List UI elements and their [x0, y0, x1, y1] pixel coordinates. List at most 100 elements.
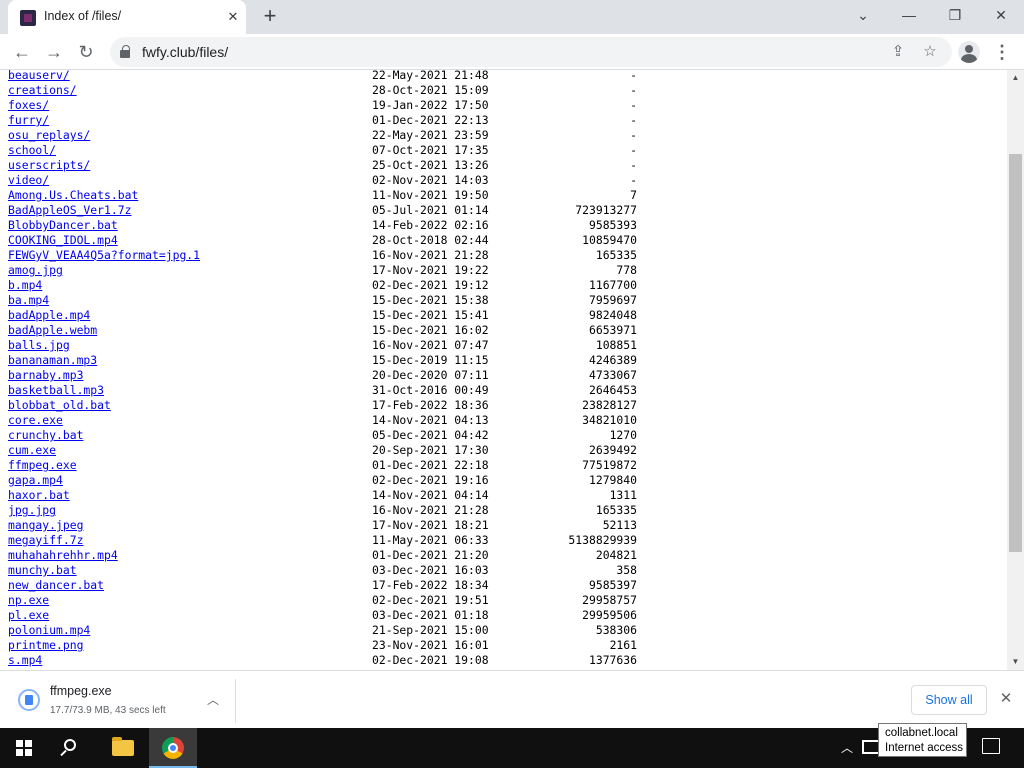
tab-close-icon[interactable]: ✕	[224, 8, 242, 26]
lock-icon[interactable]	[120, 45, 130, 58]
file-link[interactable]: COOKING_IDOL.mp4	[8, 233, 118, 248]
close-download-shelf-icon[interactable]: ✕	[996, 689, 1016, 709]
file-link[interactable]: school/	[8, 143, 56, 158]
file-link[interactable]: ba.mp4	[8, 293, 49, 308]
file-link[interactable]: foxes/	[8, 98, 49, 113]
file-date: 17-Nov-2021 19:22	[372, 263, 489, 277]
share-icon[interactable]: ⇪	[888, 42, 908, 62]
file-link[interactable]: balls.jpg	[8, 338, 70, 353]
file-date: 16-Nov-2021 21:28	[372, 248, 489, 262]
file-date: 02-Dec-2021 19:08	[372, 653, 489, 667]
download-item[interactable]: ffmpeg.exe 17.7/73.9 MB, 43 secs left ︿	[8, 679, 236, 723]
file-link[interactable]: video/	[8, 173, 49, 188]
url-text[interactable]: fwfy.club/files/	[142, 44, 228, 60]
file-link[interactable]: badApple.webm	[8, 323, 97, 338]
file-size: -	[630, 98, 637, 112]
start-button[interactable]	[0, 728, 48, 768]
file-link[interactable]: megayiff.7z	[8, 533, 83, 548]
show-all-button[interactable]: Show all	[911, 685, 987, 715]
chrome-taskbar-button[interactable]	[149, 728, 197, 768]
file-link[interactable]: osu_replays/	[8, 128, 90, 143]
file-size: 1311	[609, 488, 637, 502]
file-link[interactable]: cum.exe	[8, 443, 56, 458]
file-link[interactable]: pl.exe	[8, 608, 49, 623]
tab-index-of-files[interactable]: Index of /files/ ✕	[8, 0, 246, 34]
file-link[interactable]: mangay.jpeg	[8, 518, 83, 533]
file-date: 31-Oct-2016 00:49	[372, 383, 489, 397]
scrollbar-thumb[interactable]	[1009, 154, 1022, 552]
file-link[interactable]: basketball.mp3	[8, 383, 104, 398]
file-link[interactable]: s.mp4	[8, 653, 42, 668]
file-size: 723913277	[575, 203, 637, 217]
file-link[interactable]: blobbat_old.bat	[8, 398, 111, 413]
file-link[interactable]: FEWGyV_VEAA4Q5a?format=jpg.1	[8, 248, 200, 263]
file-link[interactable]: creations/	[8, 83, 77, 98]
file-date: 17-Nov-2021 18:21	[372, 518, 489, 532]
show-hidden-icons-chevron-icon[interactable]: ︿	[838, 738, 856, 758]
file-size: 358	[616, 563, 637, 577]
file-link[interactable]: furry/	[8, 113, 49, 128]
file-size: 108851	[595, 338, 637, 352]
file-link[interactable]: crunchy.bat	[8, 428, 83, 443]
vertical-scrollbar[interactable]: ▲ ▼	[1007, 70, 1024, 670]
minimize-button[interactable]: —	[886, 0, 932, 30]
file-explorer-button[interactable]	[99, 728, 147, 768]
file-date: 28-Oct-2018 02:44	[372, 233, 489, 247]
download-file-name[interactable]: ffmpeg.exe	[50, 684, 112, 698]
file-link[interactable]: b.mp4	[8, 278, 42, 293]
new-tab-button[interactable]: +	[258, 5, 282, 29]
file-date: 16-Nov-2021 21:28	[372, 503, 489, 517]
file-date: 14-Feb-2022 02:16	[372, 218, 489, 232]
notification-center-icon[interactable]	[982, 738, 1000, 754]
scroll-down-arrow-icon[interactable]: ▼	[1007, 654, 1024, 670]
downloading-file-icon	[18, 689, 40, 711]
file-link[interactable]: BadAppleOS_Ver1.7z	[8, 203, 131, 218]
file-link[interactable]: core.exe	[8, 413, 63, 428]
file-size: 29959506	[582, 608, 637, 622]
file-link[interactable]: printme.png	[8, 638, 83, 653]
file-link[interactable]: polonium.mp4	[8, 623, 90, 638]
file-link[interactable]: amog.jpg	[8, 263, 63, 278]
back-button[interactable]: ←	[8, 38, 36, 66]
profile-avatar-icon[interactable]	[958, 41, 980, 63]
forward-button[interactable]: →	[40, 38, 68, 66]
file-link[interactable]: jpg.jpg	[8, 503, 56, 518]
file-link[interactable]: barnaby.mp3	[8, 368, 83, 383]
file-link[interactable]: bananaman.mp3	[8, 353, 97, 368]
file-link[interactable]: Among.Us.Cheats.bat	[8, 188, 138, 203]
browser-menu-icon[interactable]: ⋮	[990, 40, 1014, 64]
file-size: 778	[616, 263, 637, 277]
tooltip-line-status: Internet access	[885, 742, 963, 754]
file-size: 2646453	[588, 383, 637, 397]
file-link[interactable]: np.exe	[8, 593, 49, 608]
scroll-up-arrow-icon[interactable]: ▲	[1007, 70, 1024, 86]
file-link[interactable]: ffmpeg.exe	[8, 458, 77, 473]
file-link[interactable]: gapa.mp4	[8, 473, 63, 488]
file-link[interactable]: muhahahrehhr.mp4	[8, 548, 118, 563]
file-size: 204821	[595, 548, 637, 562]
reload-button[interactable]: ↻	[72, 38, 100, 66]
file-date: 07-Oct-2021 17:35	[372, 143, 489, 157]
file-date: 23-Nov-2021 16:01	[372, 638, 489, 652]
bookmark-star-icon[interactable]: ☆	[920, 42, 940, 62]
window-close-button[interactable]: ✕	[978, 0, 1024, 30]
file-size: 52113	[602, 518, 637, 532]
file-link[interactable]: userscripts/	[8, 158, 90, 173]
address-bar[interactable]: fwfy.club/files/ ⇪ ☆	[110, 37, 952, 67]
tab-search-chevron-icon[interactable]: ⌄	[840, 0, 886, 30]
file-size: 4246389	[588, 353, 637, 367]
restore-button[interactable]: ❐	[932, 0, 978, 30]
file-link[interactable]: haxor.bat	[8, 488, 70, 503]
file-link[interactable]: new_dancer.bat	[8, 578, 104, 593]
download-options-chevron-icon[interactable]: ︿	[204, 691, 222, 709]
file-date: 03-Dec-2021 16:03	[372, 563, 489, 577]
file-date: 11-Nov-2021 19:50	[372, 188, 489, 202]
file-link[interactable]: badApple.mp4	[8, 308, 90, 323]
file-link[interactable]: munchy.bat	[8, 563, 77, 578]
file-link[interactable]: BlobbyDancer.bat	[8, 218, 118, 233]
browser-toolbar: ← → ↻ fwfy.club/files/ ⇪ ☆ ⋮	[0, 34, 1024, 70]
taskbar-search-button[interactable]	[48, 728, 96, 768]
file-link[interactable]: beauserv/	[8, 70, 70, 83]
file-size: 23828127	[582, 398, 637, 412]
file-date: 22-May-2021 21:48	[372, 70, 489, 82]
